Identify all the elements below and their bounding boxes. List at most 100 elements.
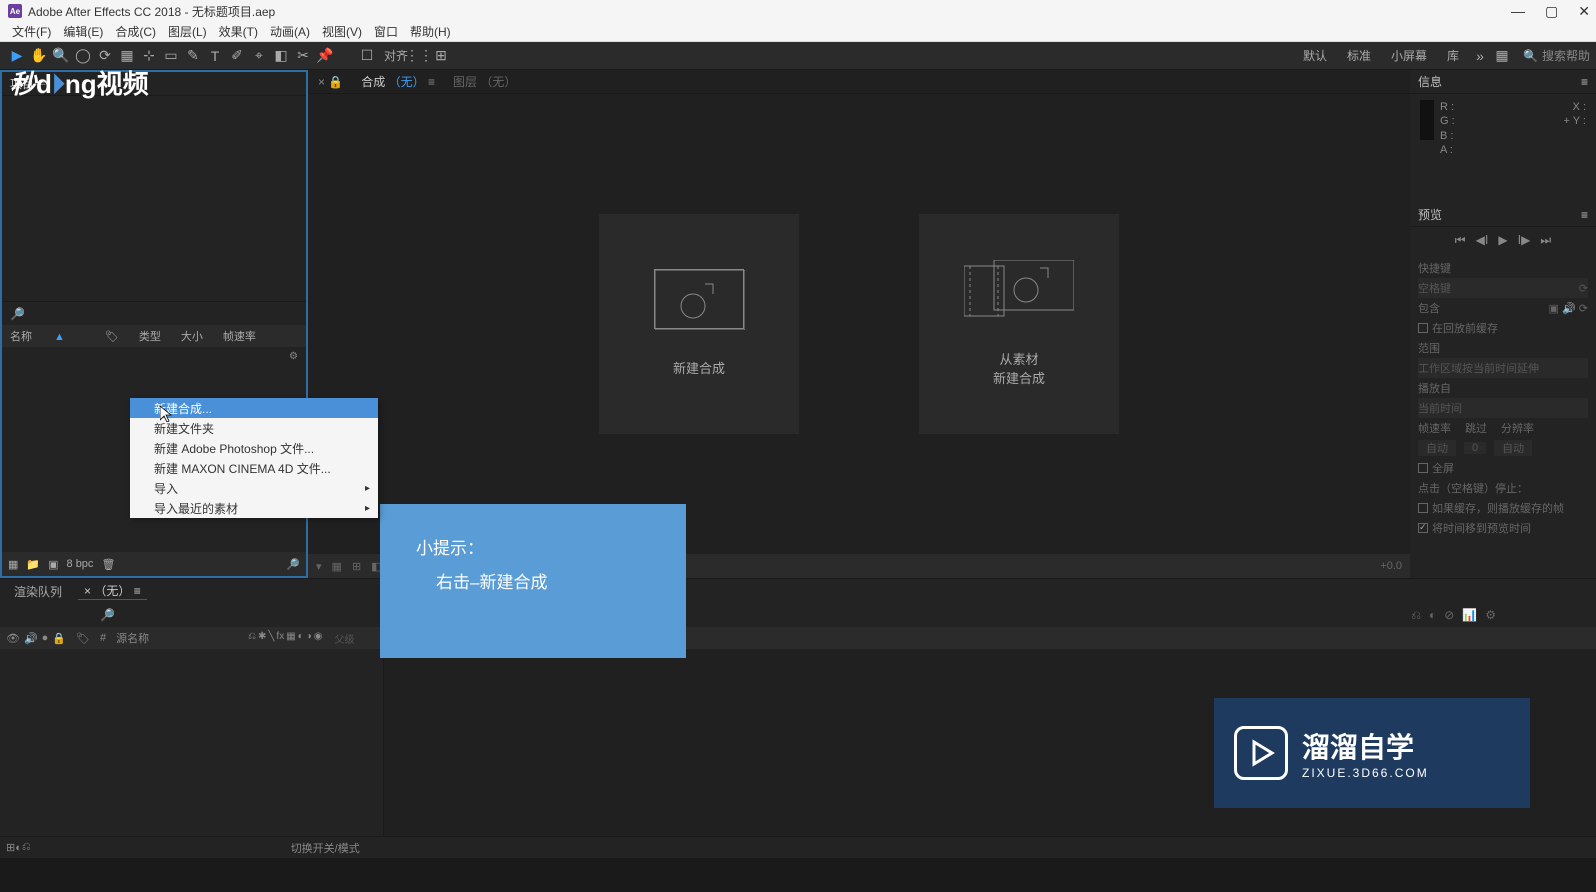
clone-tool-icon[interactable]: ⌖: [248, 45, 270, 67]
shortcut-value[interactable]: 空格键⟳: [1418, 278, 1588, 298]
pen-tool-icon[interactable]: ✎: [182, 45, 204, 67]
audio-icon[interactable]: 🔊: [24, 632, 38, 645]
fullscreen-row[interactable]: 全屏: [1418, 458, 1588, 478]
col-type[interactable]: 类型: [139, 328, 161, 344]
close-button[interactable]: ✕: [1578, 3, 1590, 20]
comp-lock-icon[interactable]: × 🔒: [318, 75, 343, 89]
playfrom-value[interactable]: 当前时间: [1418, 398, 1588, 418]
magnification-icon[interactable]: ▾: [316, 560, 322, 573]
layer-tab[interactable]: 图层 （无）: [453, 73, 516, 90]
menu-help[interactable]: 帮助(H): [404, 23, 457, 40]
first-frame-icon[interactable]: ⏮: [1455, 233, 1466, 248]
cache-checkbox[interactable]: [1418, 323, 1428, 333]
info-panel-menu-icon[interactable]: ≡: [1581, 75, 1588, 89]
parent-icon[interactable]: 父级: [334, 631, 354, 646]
play-icon[interactable]: ▶: [1498, 233, 1507, 248]
text-tool-icon[interactable]: T: [204, 45, 226, 67]
toggle-switches-icon[interactable]: ⊞: [6, 841, 15, 854]
render-queue-tab[interactable]: 渲染队列: [8, 583, 68, 600]
timeline-none-tab[interactable]: × （无） ≡: [78, 582, 147, 600]
roto-tool-icon[interactable]: ✂: [292, 45, 314, 67]
workspace-standard[interactable]: 标准: [1337, 47, 1381, 64]
tl-brainstorm-icon[interactable]: ⚙: [1485, 608, 1496, 623]
fx-icon[interactable]: fx: [276, 631, 284, 646]
lock-icon[interactable]: 🔒: [52, 632, 66, 645]
source-name-column[interactable]: 源名称: [116, 630, 149, 646]
move-preview-checkbox[interactable]: [1418, 523, 1428, 533]
tl-graph-icon[interactable]: 📊: [1462, 608, 1477, 623]
tl-shy-icon[interactable]: ⎌: [1411, 608, 1421, 623]
maximize-button[interactable]: ▢: [1545, 3, 1558, 20]
workspace-library[interactable]: 库: [1437, 47, 1469, 64]
range-value[interactable]: 工作区域按当前时间延伸: [1418, 358, 1588, 378]
preview-panel-title[interactable]: 预览: [1418, 206, 1442, 223]
toggle-switches-label[interactable]: 切换开关/模式: [291, 840, 360, 856]
last-frame-icon[interactable]: ⏭: [1540, 233, 1551, 248]
prev-frame-icon[interactable]: ◀Ⅰ: [1476, 233, 1489, 248]
cache-play-row[interactable]: 如果缓存，则播放缓存的帧: [1418, 498, 1588, 518]
tl-blur-icon[interactable]: ⊘: [1444, 608, 1454, 623]
interpret-icon[interactable]: ▦: [8, 558, 18, 571]
shy-switch-icon[interactable]: ⎌: [248, 631, 256, 646]
tl-draft-icon[interactable]: ◐: [1429, 608, 1436, 623]
timeline-search-icon[interactable]: 🔎: [100, 608, 115, 622]
number-column-icon[interactable]: #: [100, 632, 106, 644]
exposure-value[interactable]: +0.0: [1380, 560, 1402, 572]
cm-new-photoshop[interactable]: 新建 Adobe Photoshop 文件...: [130, 438, 378, 458]
new-comp-icon[interactable]: ▣: [48, 558, 58, 571]
cm-import[interactable]: 导入 ▸: [130, 478, 378, 498]
cm-import-recent[interactable]: 导入最近的素材 ▸: [130, 498, 378, 518]
eraser-tool-icon[interactable]: ◧: [270, 45, 292, 67]
menu-window[interactable]: 窗口: [368, 23, 404, 40]
menu-layer[interactable]: 图层(L): [162, 23, 213, 40]
next-frame-icon[interactable]: Ⅰ▶: [1518, 233, 1531, 248]
menu-edit[interactable]: 编辑(E): [57, 23, 109, 40]
col-type-tag-icon[interactable]: 🏷: [105, 330, 119, 343]
workspace-more-icon[interactable]: »: [1469, 45, 1491, 67]
comp-tab[interactable]: 合成 （无） ≡: [361, 73, 435, 90]
col-size[interactable]: 大小: [181, 328, 203, 344]
quality-icon[interactable]: ╲: [268, 631, 274, 646]
help-search[interactable]: 🔍 搜索帮助: [1523, 47, 1590, 64]
collapse-icon[interactable]: ✱: [258, 631, 266, 646]
frame-blend-icon[interactable]: ▦: [286, 631, 295, 646]
delete-icon[interactable]: 🗑: [101, 558, 115, 571]
puppet-tool-icon[interactable]: 📌: [314, 45, 336, 67]
shape-tool-icon[interactable]: ▭: [160, 45, 182, 67]
motion-blur-icon[interactable]: ◐: [298, 631, 304, 646]
workspace-menu-icon[interactable]: ▦: [1491, 45, 1513, 67]
col-fps[interactable]: 帧速率: [223, 328, 256, 344]
project-search[interactable]: 🔎: [2, 301, 306, 325]
include-overlay-icon[interactable]: ⟳: [1579, 303, 1588, 315]
grid-icon[interactable]: ⊞: [352, 560, 361, 573]
adjustment-icon[interactable]: ◑: [306, 631, 312, 646]
minimize-button[interactable]: —: [1511, 3, 1525, 20]
frame-blend-footer-icon[interactable]: ⎌: [22, 841, 31, 854]
cache-play-checkbox[interactable]: [1418, 503, 1428, 513]
snap-checkbox-icon[interactable]: ☐: [356, 45, 378, 67]
new-comp-card[interactable]: 新建合成: [599, 214, 799, 434]
refresh-icon[interactable]: ⟳: [1579, 282, 1588, 295]
3d-icon[interactable]: ◉: [314, 631, 323, 646]
move-preview-row[interactable]: 将时间移到预览时间: [1418, 518, 1588, 538]
solo-icon[interactable]: ●: [42, 632, 49, 645]
workspace-default[interactable]: 默认: [1293, 47, 1337, 64]
new-folder-icon[interactable]: 📁: [26, 558, 40, 571]
menu-animation[interactable]: 动画(A): [264, 23, 316, 40]
toggle-modes-icon[interactable]: ◐: [15, 842, 22, 854]
menu-view[interactable]: 视图(V): [316, 23, 368, 40]
col-name[interactable]: 名称▲: [10, 328, 85, 344]
workspace-small[interactable]: 小屏幕: [1381, 47, 1437, 64]
cache-before-play[interactable]: 在回放前缓存: [1418, 318, 1588, 338]
info-panel-title[interactable]: 信息: [1418, 73, 1442, 90]
resolution-icon[interactable]: ▦: [332, 560, 342, 573]
menu-file[interactable]: 文件(F): [6, 23, 57, 40]
preview-panel-menu-icon[interactable]: ≡: [1581, 208, 1588, 222]
fullscreen-checkbox[interactable]: [1418, 463, 1428, 473]
menu-composition[interactable]: 合成(C): [109, 23, 162, 40]
video-icon[interactable]: 👁: [6, 632, 20, 645]
label-column-icon[interactable]: 🏷: [76, 632, 90, 645]
snap-options-icon[interactable]: ⋮⋮: [408, 45, 430, 67]
bpc-label[interactable]: 8 bpc: [67, 558, 94, 570]
brush-tool-icon[interactable]: ✐: [226, 45, 248, 67]
